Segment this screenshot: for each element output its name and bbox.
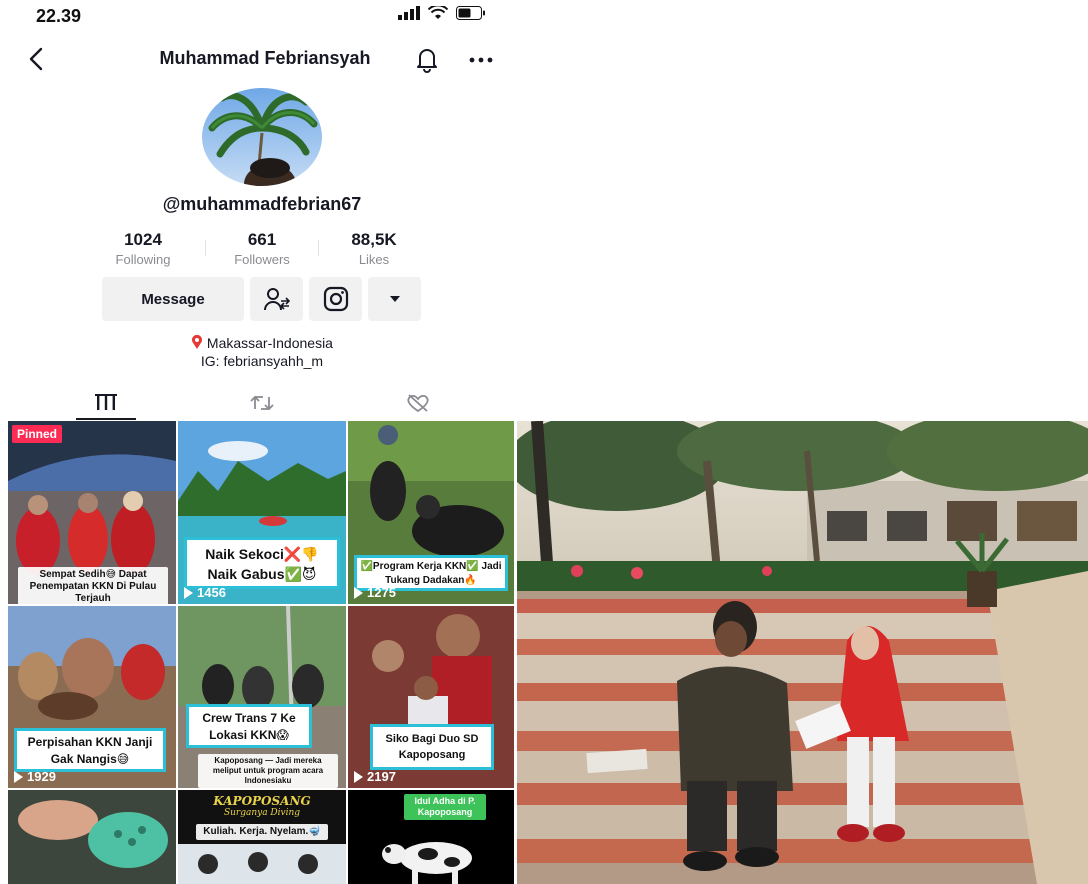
stat-value: 1024 [124, 230, 162, 249]
bio-location: Makassar-Indonesia [206, 335, 333, 351]
play-icon [354, 770, 363, 783]
play-icon [14, 770, 23, 783]
video-caption: Kuliah. Kerja. Nyelam.🤿 [196, 824, 328, 840]
stat-likes: 88,5K Likes [324, 230, 424, 267]
status-time: 22.39 [36, 6, 82, 26]
tab-reposts[interactable] [232, 388, 292, 418]
video-thumbnail-7[interactable] [8, 790, 176, 884]
stat-following[interactable]: 1024 Following [93, 230, 193, 267]
view-count: 2197 [354, 769, 396, 784]
play-icon [184, 586, 193, 599]
video-scene [178, 844, 346, 884]
screenshot-collage: 22.39 Muhammad Febriansyah @muhammadfebr… [0, 0, 1088, 884]
videos-grid-icon [95, 394, 117, 410]
view-count-value: 1456 [197, 585, 226, 600]
more-icon[interactable] [466, 50, 496, 70]
battery-icon [456, 6, 485, 20]
video-caption: Perpisahan KKN Janji Gak Nangis😅 [14, 728, 166, 772]
video-thumbnail-3[interactable]: ✅Program Kerja KKN✅ Jadi Tukang Dadakan🔥… [348, 421, 514, 604]
view-count: 1456 [184, 585, 226, 600]
tab-active-indicator [76, 418, 136, 420]
view-count-value: 2197 [367, 769, 396, 784]
bio-ig: IG: febriansyahh_m [200, 353, 324, 369]
status-icons [398, 6, 486, 20]
caret-down-icon [389, 296, 400, 302]
profile-title: Muhammad Febriansyah [159, 48, 371, 68]
video-thumbnail-1[interactable]: Pinned Sempat Sedih😅 Dapat Penempatan KK… [8, 421, 176, 604]
video-scene [8, 790, 176, 884]
video-caption: Naik Sekoci❌👎 Naik Gabus✅😈 [184, 537, 340, 589]
avatar[interactable] [202, 88, 322, 186]
video-caption: Siko Bagi Duo SD Kapoposang [370, 724, 494, 770]
user-follow-icon [263, 288, 290, 311]
video-thumbnail-9[interactable]: Idul Adha di P. Kapoposang [348, 790, 514, 884]
view-count-value: 1275 [367, 585, 396, 600]
video-subcaption: Kapoposang — Jadi mereka meliput untuk p… [198, 754, 338, 788]
signal-icon [398, 6, 420, 20]
view-count-value: 1929 [27, 769, 56, 784]
avatar-photo [202, 88, 322, 186]
outdoor-photo [517, 421, 1088, 884]
video-thumbnail-2[interactable]: Naik Sekoci❌👎 Naik Gabus✅😈 1456 [178, 421, 346, 604]
tab-videos[interactable] [76, 388, 136, 418]
tab-liked[interactable] [388, 388, 448, 418]
wifi-icon [428, 6, 448, 19]
stat-divider [205, 240, 206, 256]
outdoor-photo-scene [517, 421, 1088, 884]
stat-label: Likes [358, 252, 390, 267]
stat-value: 661 [247, 230, 277, 249]
video-caption: Crew Trans 7 Ke Lokasi KKN😱 [186, 704, 312, 748]
instagram-button[interactable] [309, 277, 362, 321]
stat-followers[interactable]: 661 Followers [212, 230, 312, 267]
stat-label: Followers [234, 252, 290, 267]
bell-icon[interactable] [413, 45, 441, 73]
play-icon [354, 586, 363, 599]
location-pin-icon [192, 334, 203, 349]
stat-divider [318, 240, 319, 256]
video-thumbnail-5[interactable]: Crew Trans 7 Ke Lokasi KKN😱 Kapoposang —… [178, 606, 346, 788]
video-caption: Idul Adha di P. Kapoposang [404, 794, 486, 820]
video-caption: Sempat Sedih😅 Dapat Penempatan KKN Di Pu… [18, 567, 168, 604]
video-thumbnail-8[interactable]: KAPOPOSANG Surganya Diving Kuliah. Kerja… [178, 790, 346, 884]
view-count: 1275 [354, 585, 396, 600]
message-button[interactable]: Message [102, 277, 244, 321]
cow-icon [382, 842, 472, 884]
instagram-icon [323, 286, 348, 312]
status-bar: 22.39 [0, 0, 514, 36]
profile-username: @muhammadfebrian67 [162, 194, 362, 214]
profile-bio: Makassar-Indonesia IG: febriansyahh_m [140, 334, 384, 370]
video-thumbnail-4[interactable]: Perpisahan KKN Janji Gak Nangis😅 1929 [8, 606, 176, 788]
stat-label: Following [115, 252, 171, 267]
chevron-left-icon[interactable] [24, 46, 50, 72]
repost-icon [250, 395, 274, 411]
video-overlay-title: KAPOPOSANG [213, 794, 311, 808]
video-thumbnail-6[interactable]: Siko Bagi Duo SD Kapoposang 2197 [348, 606, 514, 788]
pinned-badge: Pinned [12, 425, 63, 443]
suggested-dropdown-button[interactable] [368, 277, 421, 321]
liked-hidden-icon [407, 394, 429, 413]
bio-location-line: Makassar-Indonesia [140, 334, 384, 352]
view-count: 1929 [14, 769, 56, 784]
stat-value: 88,5K [351, 230, 397, 249]
follow-toggle-button[interactable] [250, 277, 303, 321]
video-overlay-subtitle: Surganya Diving [223, 808, 301, 818]
